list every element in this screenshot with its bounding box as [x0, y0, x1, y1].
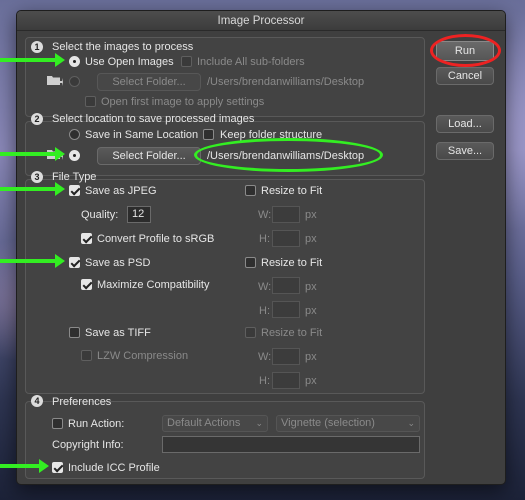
arrow-select-folder: [0, 147, 65, 161]
run-action-checkbox[interactable]: [52, 418, 63, 429]
section2-title: Select location to save processed images: [52, 113, 255, 125]
destination-folder-path: /Users/brendanwilliams/Desktop: [207, 150, 365, 162]
save-as-psd-checkbox[interactable]: [69, 257, 80, 268]
run-button[interactable]: Run: [436, 41, 494, 61]
arrow-use-open-images: [0, 53, 65, 67]
step-3-icon: 3: [31, 171, 43, 183]
arrow-save-psd: [0, 254, 65, 268]
jpeg-height-unit: px: [305, 233, 317, 245]
run-action-label: Run Action:: [68, 418, 125, 430]
include-subfolders-checkbox[interactable]: [181, 56, 192, 67]
quality-input[interactable]: 12: [127, 206, 151, 223]
tiff-resize-checkbox[interactable]: [245, 327, 256, 338]
step-1-icon: 1: [31, 41, 43, 53]
copyright-input[interactable]: [162, 436, 420, 453]
open-first-image-checkbox[interactable]: [85, 96, 96, 107]
section4-title: Preferences: [52, 396, 112, 408]
chevron-down-icon: ⌄: [407, 418, 415, 428]
jpeg-resize-checkbox[interactable]: [245, 185, 256, 196]
keep-folder-structure-checkbox[interactable]: [203, 129, 214, 140]
psd-resize-label: Resize to Fit: [261, 257, 323, 269]
tiff-height-unit: px: [305, 375, 317, 387]
action-dropdown[interactable]: Vignette (selection) ⌄: [276, 415, 420, 432]
jpeg-width-label: W:: [258, 209, 272, 221]
select-folder-radio-source[interactable]: [69, 76, 80, 87]
select-folder-radio-destination[interactable]: [69, 150, 80, 161]
psd-width-label: W:: [258, 281, 272, 293]
copyright-label: Copyright Info:: [52, 439, 124, 451]
include-icc-checkbox[interactable]: [52, 462, 63, 473]
source-folder-path: /Users/brendanwilliams/Desktop: [207, 76, 365, 88]
action-set-value: Default Actions: [167, 417, 241, 429]
convert-srgb-label: Convert Profile to sRGB: [97, 233, 215, 245]
cancel-button[interactable]: Cancel: [436, 67, 494, 85]
psd-width-input[interactable]: [272, 277, 300, 294]
keep-folder-structure-label: Keep folder structure: [220, 129, 323, 141]
lzw-compression-label: LZW Compression: [97, 350, 189, 362]
chevron-down-icon: ⌄: [255, 418, 263, 428]
save-button[interactable]: Save...: [436, 142, 494, 160]
maximize-compatibility-checkbox[interactable]: [81, 279, 92, 290]
psd-width-unit: px: [305, 281, 317, 293]
select-folder-button-source[interactable]: Select Folder...: [97, 73, 201, 91]
use-open-images-radio[interactable]: [69, 56, 80, 67]
jpeg-height-input[interactable]: [272, 230, 300, 247]
save-same-location-label: Save in Same Location: [85, 129, 199, 141]
jpeg-width-input[interactable]: [272, 206, 300, 223]
lzw-compression-checkbox[interactable]: [81, 350, 92, 361]
section1-title: Select the images to process: [52, 41, 194, 53]
step-4-icon: 4: [31, 395, 43, 407]
save-as-tiff-label: Save as TIFF: [85, 327, 151, 339]
folder-source-icon: [47, 76, 63, 86]
tiff-resize-label: Resize to Fit: [261, 327, 323, 339]
save-as-jpeg-label: Save as JPEG: [85, 185, 157, 197]
tiff-height-label: H:: [259, 375, 270, 387]
action-value: Vignette (selection): [281, 417, 375, 429]
psd-height-label: H:: [259, 305, 270, 317]
save-as-psd-label: Save as PSD: [85, 257, 151, 269]
psd-height-input[interactable]: [272, 301, 300, 318]
window-title: Image Processor: [17, 11, 505, 31]
image-processor-dialog: Image Processor 1 Select the images to p…: [16, 10, 506, 485]
tiff-width-unit: px: [305, 351, 317, 363]
include-icc-label: Include ICC Profile: [68, 462, 160, 474]
open-first-image-label: Open first image to apply settings: [101, 96, 265, 108]
tiff-height-input[interactable]: [272, 372, 300, 389]
jpeg-height-label: H:: [259, 233, 270, 245]
use-open-images-label: Use Open Images: [85, 56, 174, 68]
arrow-include-icc: [0, 459, 49, 473]
arrow-save-jpeg: [0, 182, 65, 196]
quality-label: Quality:: [81, 209, 119, 221]
save-same-location-radio[interactable]: [69, 129, 80, 140]
convert-srgb-checkbox[interactable]: [81, 233, 92, 244]
step-2-icon: 2: [31, 113, 43, 125]
load-button[interactable]: Load...: [436, 115, 494, 133]
tiff-width-input[interactable]: [272, 348, 300, 365]
maximize-compatibility-label: Maximize Compatibility: [97, 279, 210, 291]
action-set-dropdown[interactable]: Default Actions ⌄: [162, 415, 268, 432]
include-subfolders-label: Include All sub-folders: [197, 56, 305, 68]
tiff-width-label: W:: [258, 351, 272, 363]
select-folder-button-destination[interactable]: Select Folder...: [97, 147, 201, 165]
save-as-jpeg-checkbox[interactable]: [69, 185, 80, 196]
save-as-tiff-checkbox[interactable]: [69, 327, 80, 338]
jpeg-resize-label: Resize to Fit: [261, 185, 323, 197]
psd-resize-checkbox[interactable]: [245, 257, 256, 268]
psd-height-unit: px: [305, 305, 317, 317]
jpeg-width-unit: px: [305, 209, 317, 221]
